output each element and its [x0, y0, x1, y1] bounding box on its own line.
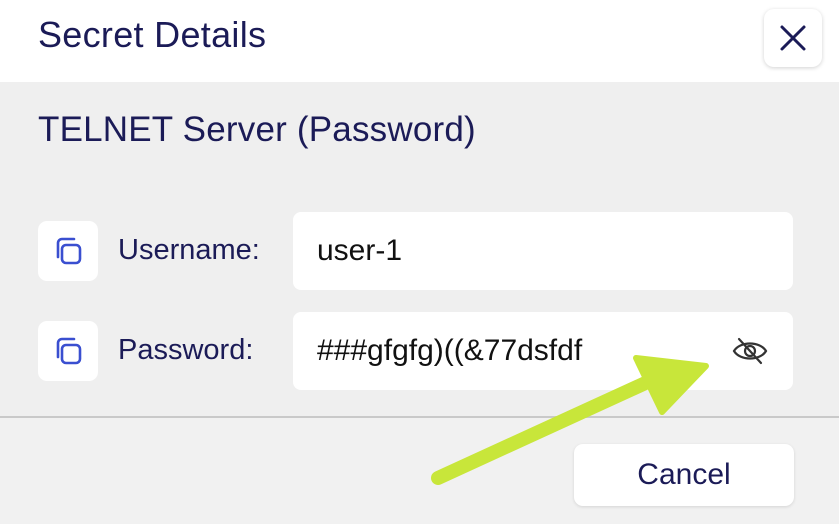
- close-button[interactable]: [764, 9, 822, 67]
- username-label: Username:: [118, 234, 260, 266]
- secret-name: TELNET Server (Password): [38, 110, 476, 149]
- copy-icon: [56, 237, 82, 265]
- password-label: Password:: [118, 334, 254, 366]
- copy-password-button[interactable]: [38, 321, 98, 381]
- dialog-title: Secret Details: [38, 14, 267, 55]
- password-field[interactable]: ###gfgfg)((&77dsfdf: [293, 312, 793, 390]
- toggle-visibility-button[interactable]: [730, 334, 770, 368]
- cancel-button[interactable]: Cancel: [574, 444, 794, 506]
- username-value: user-1: [317, 234, 403, 267]
- close-icon: [780, 25, 806, 51]
- dialog-header: Secret Details: [0, 0, 839, 82]
- copy-icon: [56, 337, 82, 365]
- copy-username-button[interactable]: [38, 221, 98, 281]
- password-value: ###gfgfg)((&77dsfdf: [317, 334, 583, 367]
- secret-details-dialog: Secret Details TELNET Server (Password) …: [0, 0, 839, 524]
- username-field[interactable]: user-1: [293, 212, 793, 290]
- eye-off-icon: [732, 337, 768, 365]
